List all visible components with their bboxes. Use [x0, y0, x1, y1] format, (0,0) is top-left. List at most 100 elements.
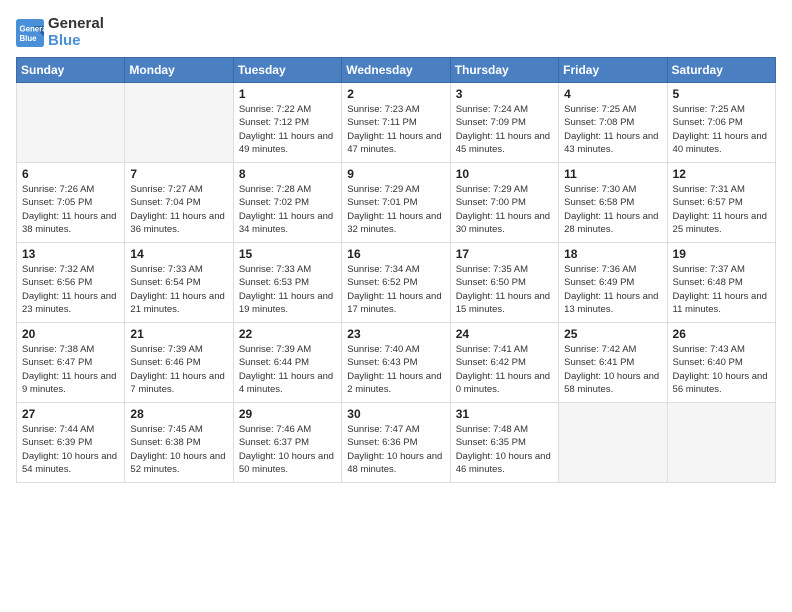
day-detail: Sunrise: 7:32 AM Sunset: 6:56 PM Dayligh…	[22, 263, 119, 316]
day-number: 27	[22, 407, 119, 421]
calendar-day-cell: 14 Sunrise: 7:33 AM Sunset: 6:54 PM Dayli…	[125, 243, 233, 323]
calendar-day-cell: 9 Sunrise: 7:29 AM Sunset: 7:01 PM Daylig…	[342, 163, 450, 243]
calendar-day-cell: 2 Sunrise: 7:23 AM Sunset: 7:11 PM Daylig…	[342, 83, 450, 163]
calendar-day-cell: 22Sunrise: 7:39 AM Sunset: 6:44 PM Dayli…	[233, 323, 341, 403]
weekday-header: Saturday	[667, 58, 775, 83]
calendar-day-cell: 28Sunrise: 7:45 AM Sunset: 6:38 PM Dayli…	[125, 403, 233, 483]
day-detail: Sunrise: 7:38 AM Sunset: 6:47 PM Dayligh…	[22, 343, 119, 396]
day-number: 20	[22, 327, 119, 341]
day-number: 30	[347, 407, 444, 421]
day-detail: Sunrise: 7:30 AM Sunset: 6:58 PM Dayligh…	[564, 183, 661, 236]
weekday-header-row: SundayMondayTuesdayWednesdayThursdayFrid…	[17, 58, 776, 83]
day-number: 8	[239, 167, 336, 181]
calendar-day-cell: 16 Sunrise: 7:34 AM Sunset: 6:52 PM Dayli…	[342, 243, 450, 323]
day-number: 15	[239, 247, 336, 261]
day-detail: Sunrise: 7:35 AM Sunset: 6:50 PM Dayligh…	[456, 263, 553, 316]
day-number: 31	[456, 407, 553, 421]
calendar-table: SundayMondayTuesdayWednesdayThursdayFrid…	[16, 57, 776, 483]
weekday-header: Thursday	[450, 58, 558, 83]
day-number: 21	[130, 327, 227, 341]
day-number: 23	[347, 327, 444, 341]
calendar-week-row: 20 Sunrise: 7:38 AM Sunset: 6:47 PM Dayli…	[17, 323, 776, 403]
day-number: 7	[130, 167, 227, 181]
day-number: 5	[673, 87, 770, 101]
calendar-day-cell: 20 Sunrise: 7:38 AM Sunset: 6:47 PM Dayli…	[17, 323, 125, 403]
day-detail: Sunrise: 7:26 AM Sunset: 7:05 PM Dayligh…	[22, 183, 119, 236]
logo-icon: General Blue	[16, 19, 44, 47]
calendar-week-row: 1Sunrise: 7:22 AM Sunset: 7:12 PM Daylig…	[17, 83, 776, 163]
svg-text:General: General	[20, 24, 45, 33]
day-detail: Sunrise: 7:24 AM Sunset: 7:09 PM Dayligh…	[456, 103, 553, 156]
day-number: 29	[239, 407, 336, 421]
calendar-day-cell: 4 Sunrise: 7:25 AM Sunset: 7:08 PM Daylig…	[559, 83, 667, 163]
day-detail: Sunrise: 7:47 AM Sunset: 6:36 PM Dayligh…	[347, 423, 444, 476]
day-detail: Sunrise: 7:41 AM Sunset: 6:42 PM Dayligh…	[456, 343, 553, 396]
day-detail: Sunrise: 7:40 AM Sunset: 6:43 PM Dayligh…	[347, 343, 444, 396]
weekday-header: Friday	[559, 58, 667, 83]
calendar-week-row: 6 Sunrise: 7:26 AM Sunset: 7:05 PM Daylig…	[17, 163, 776, 243]
weekday-header: Wednesday	[342, 58, 450, 83]
day-number: 18	[564, 247, 661, 261]
day-number: 2	[347, 87, 444, 101]
day-number: 17	[456, 247, 553, 261]
calendar-day-cell: 6 Sunrise: 7:26 AM Sunset: 7:05 PM Daylig…	[17, 163, 125, 243]
calendar-day-cell: 31 Sunrise: 7:48 AM Sunset: 6:35 PM Dayli…	[450, 403, 558, 483]
calendar-day-cell: 29 Sunrise: 7:46 AM Sunset: 6:37 PM Dayli…	[233, 403, 341, 483]
day-detail: Sunrise: 7:34 AM Sunset: 6:52 PM Dayligh…	[347, 263, 444, 316]
day-number: 3	[456, 87, 553, 101]
day-detail: Sunrise: 7:27 AM Sunset: 7:04 PM Dayligh…	[130, 183, 227, 236]
day-number: 13	[22, 247, 119, 261]
calendar-day-cell: 21 Sunrise: 7:39 AM Sunset: 6:46 PM Dayli…	[125, 323, 233, 403]
weekday-header: Monday	[125, 58, 233, 83]
calendar-day-cell: 7 Sunrise: 7:27 AM Sunset: 7:04 PM Daylig…	[125, 163, 233, 243]
day-number: 19	[673, 247, 770, 261]
day-number: 6	[22, 167, 119, 181]
day-detail: Sunrise: 7:25 AM Sunset: 7:08 PM Dayligh…	[564, 103, 661, 156]
weekday-header: Tuesday	[233, 58, 341, 83]
calendar-day-cell: 23 Sunrise: 7:40 AM Sunset: 6:43 PM Dayli…	[342, 323, 450, 403]
day-number: 4	[564, 87, 661, 101]
day-detail: Sunrise: 7:42 AM Sunset: 6:41 PM Dayligh…	[564, 343, 661, 396]
day-detail: Sunrise: 7:39 AM Sunset: 6:44 PM Dayligh…	[239, 343, 336, 396]
calendar-day-cell: 17 Sunrise: 7:35 AM Sunset: 6:50 PM Dayli…	[450, 243, 558, 323]
day-detail: Sunrise: 7:39 AM Sunset: 6:46 PM Dayligh…	[130, 343, 227, 396]
calendar-day-cell: 10Sunrise: 7:29 AM Sunset: 7:00 PM Dayli…	[450, 163, 558, 243]
calendar-week-row: 27Sunrise: 7:44 AM Sunset: 6:39 PM Dayli…	[17, 403, 776, 483]
day-number: 9	[347, 167, 444, 181]
day-number: 14	[130, 247, 227, 261]
calendar-day-cell: 30 Sunrise: 7:47 AM Sunset: 6:36 PM Dayli…	[342, 403, 450, 483]
calendar-day-cell: 26Sunrise: 7:43 AM Sunset: 6:40 PM Dayli…	[667, 323, 775, 403]
day-detail: Sunrise: 7:33 AM Sunset: 6:54 PM Dayligh…	[130, 263, 227, 316]
calendar-day-cell: 19 Sunrise: 7:37 AM Sunset: 6:48 PM Dayli…	[667, 243, 775, 323]
day-number: 25	[564, 327, 661, 341]
calendar-day-cell: 18 Sunrise: 7:36 AM Sunset: 6:49 PM Dayli…	[559, 243, 667, 323]
day-detail: Sunrise: 7:22 AM Sunset: 7:12 PM Dayligh…	[239, 103, 336, 156]
calendar-day-cell: 8 Sunrise: 7:28 AM Sunset: 7:02 PM Daylig…	[233, 163, 341, 243]
svg-text:Blue: Blue	[20, 33, 38, 42]
calendar-day-cell: 15 Sunrise: 7:33 AM Sunset: 6:53 PM Dayli…	[233, 243, 341, 323]
day-detail: Sunrise: 7:48 AM Sunset: 6:35 PM Dayligh…	[456, 423, 553, 476]
calendar-day-cell: 25 Sunrise: 7:42 AM Sunset: 6:41 PM Dayli…	[559, 323, 667, 403]
day-number: 16	[347, 247, 444, 261]
day-detail: Sunrise: 7:25 AM Sunset: 7:06 PM Dayligh…	[673, 103, 770, 156]
day-detail: Sunrise: 7:43 AM Sunset: 6:40 PM Dayligh…	[673, 343, 770, 396]
day-detail: Sunrise: 7:29 AM Sunset: 7:01 PM Dayligh…	[347, 183, 444, 236]
day-detail: Sunrise: 7:33 AM Sunset: 6:53 PM Dayligh…	[239, 263, 336, 316]
day-number: 10	[456, 167, 553, 181]
calendar-day-cell	[125, 83, 233, 163]
day-detail: Sunrise: 7:36 AM Sunset: 6:49 PM Dayligh…	[564, 263, 661, 316]
day-number: 11	[564, 167, 661, 181]
calendar-day-cell: 27Sunrise: 7:44 AM Sunset: 6:39 PM Dayli…	[17, 403, 125, 483]
calendar-day-cell: 13 Sunrise: 7:32 AM Sunset: 6:56 PM Dayli…	[17, 243, 125, 323]
calendar-week-row: 13 Sunrise: 7:32 AM Sunset: 6:56 PM Dayli…	[17, 243, 776, 323]
day-detail: Sunrise: 7:46 AM Sunset: 6:37 PM Dayligh…	[239, 423, 336, 476]
calendar-day-cell	[559, 403, 667, 483]
calendar-day-cell	[667, 403, 775, 483]
day-detail: Sunrise: 7:45 AM Sunset: 6:38 PM Dayligh…	[130, 423, 227, 476]
day-detail: Sunrise: 7:23 AM Sunset: 7:11 PM Dayligh…	[347, 103, 444, 156]
logo-blue: Blue	[48, 33, 104, 50]
logo-text: General	[48, 16, 104, 33]
calendar-day-cell: 24Sunrise: 7:41 AM Sunset: 6:42 PM Dayli…	[450, 323, 558, 403]
day-detail: Sunrise: 7:28 AM Sunset: 7:02 PM Dayligh…	[239, 183, 336, 236]
day-detail: Sunrise: 7:37 AM Sunset: 6:48 PM Dayligh…	[673, 263, 770, 316]
